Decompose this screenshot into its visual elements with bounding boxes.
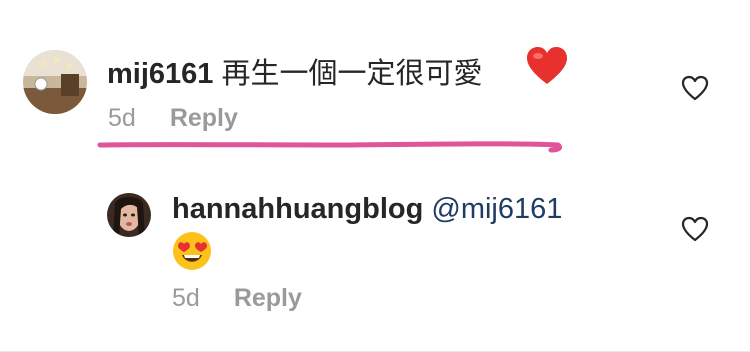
heart-eyes-emoji (173, 232, 211, 270)
highlight-underline (97, 141, 563, 153)
comment-text: 再生一個一定很可愛 (221, 58, 483, 90)
reply-body: hannahhuangblog @mij6161 (172, 193, 562, 226)
comment-meta: 5d Reply (108, 104, 238, 133)
comment-username[interactable]: hannahhuangblog (172, 193, 423, 225)
avatar-mij6161[interactable] (23, 50, 87, 114)
red-heart-emoji (527, 47, 567, 84)
reply-button[interactable]: Reply (170, 104, 238, 132)
like-heart-outline-icon[interactable] (680, 214, 710, 244)
mention-link[interactable]: @mij6161 (431, 193, 562, 225)
avatar-hannahhuangblog[interactable] (107, 193, 151, 237)
like-heart-outline-icon[interactable] (680, 73, 710, 103)
comment-time: 5d (108, 104, 136, 132)
reply-meta: 5d Reply (172, 284, 302, 313)
reply-button[interactable]: Reply (234, 284, 302, 312)
comment-time: 5d (172, 284, 200, 312)
comment-body: mij6161 再生一個一定很可愛 (107, 50, 483, 92)
comment-username[interactable]: mij6161 (107, 58, 213, 90)
